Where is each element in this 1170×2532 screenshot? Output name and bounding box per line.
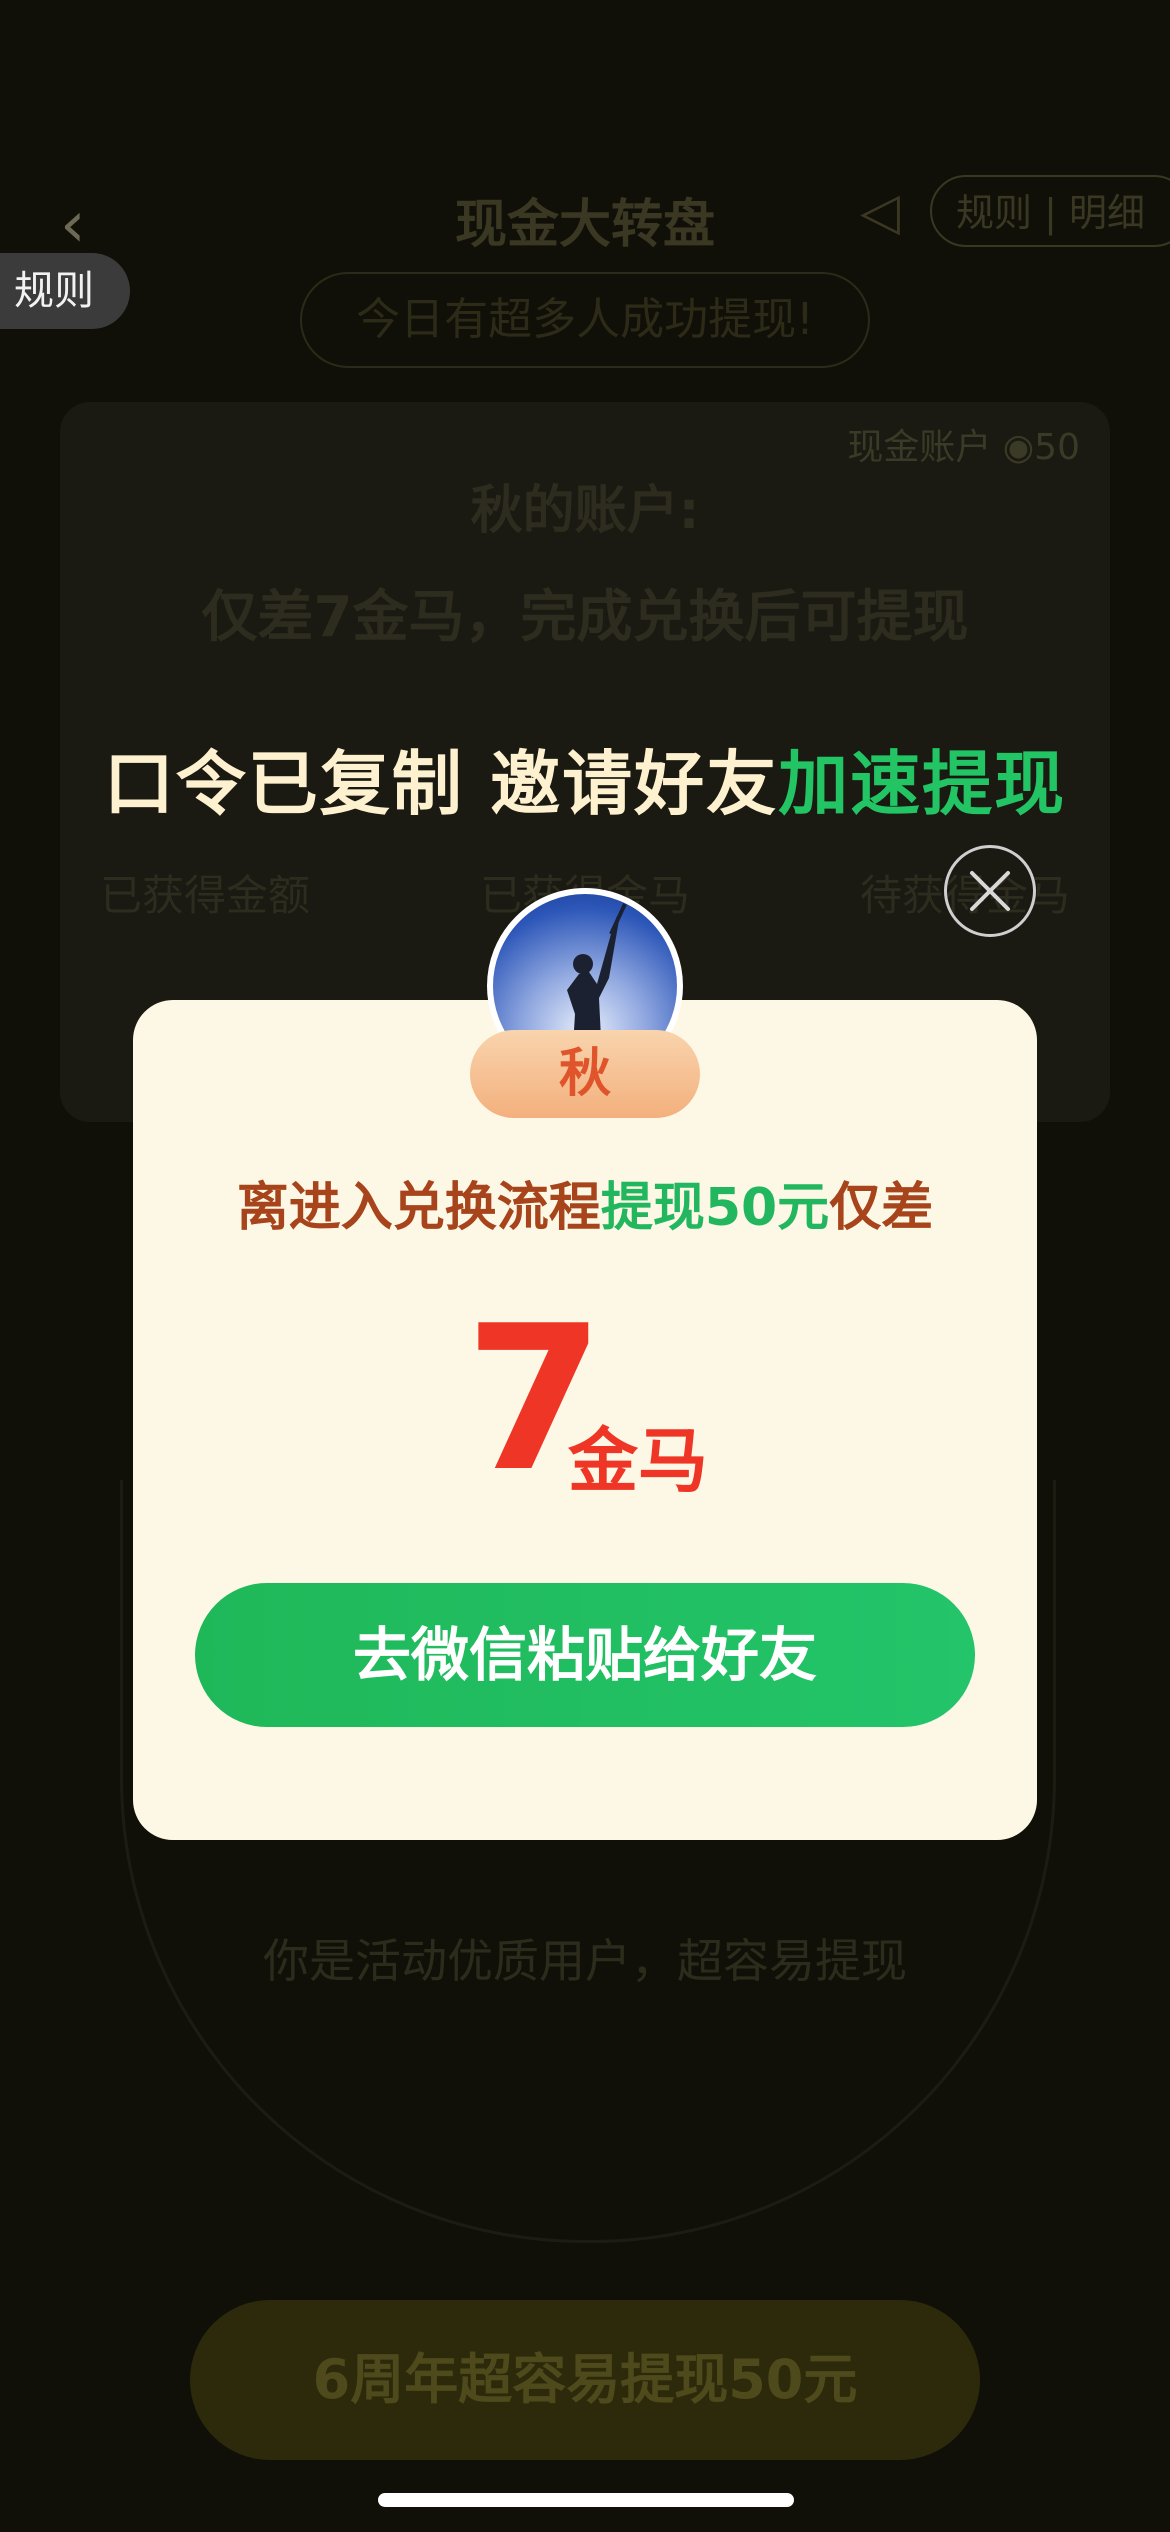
background-cash-account: 现金账户 ◉50 bbox=[847, 427, 1080, 468]
home-indicator[interactable] bbox=[378, 2493, 794, 2507]
background-rule-links: 规则 | 明细 bbox=[930, 175, 1170, 247]
background-progress-line: 仅差7金马，完成兑换后可提现 bbox=[201, 585, 969, 650]
rule-tab[interactable]: 规则 bbox=[0, 253, 130, 329]
close-button[interactable] bbox=[944, 845, 1036, 937]
progress-message: 离进入兑换流程提现50元仅差 bbox=[133, 1165, 1037, 1240]
popup-headline: 口令已复制 邀请好友加速提现 bbox=[0, 728, 1170, 829]
background-account-name: 秋的账户: bbox=[470, 481, 700, 541]
close-icon bbox=[970, 871, 1010, 911]
sound-icon: ◁ bbox=[860, 182, 900, 242]
message-accent: 提现50元 bbox=[600, 1178, 830, 1238]
paste-to-wechat-button[interactable]: 去微信粘贴给好友 bbox=[195, 1583, 975, 1727]
user-name-pill: 秋 bbox=[470, 1030, 700, 1118]
headline-accent: 加速提现 bbox=[778, 743, 1067, 825]
message-suffix: 仅差 bbox=[829, 1178, 934, 1238]
headline-plain: 口令已复制 邀请好友 bbox=[103, 743, 779, 825]
message-prefix: 离进入兑换流程 bbox=[236, 1178, 601, 1238]
background-header: ‹ 现金大转盘 ◁ 规则 | 明细 bbox=[0, 160, 1170, 270]
background-stat-label: 已获得金额 bbox=[100, 871, 311, 920]
background-cta-button: 6周年超容易提现50元 bbox=[190, 2300, 980, 2460]
background-promo-text: 你是活动优质用户，超容易提现 bbox=[263, 1934, 907, 1988]
remaining-unit: 金马 bbox=[568, 1420, 708, 1502]
background-marquee: 今日有超多人成功提现! bbox=[300, 272, 870, 368]
